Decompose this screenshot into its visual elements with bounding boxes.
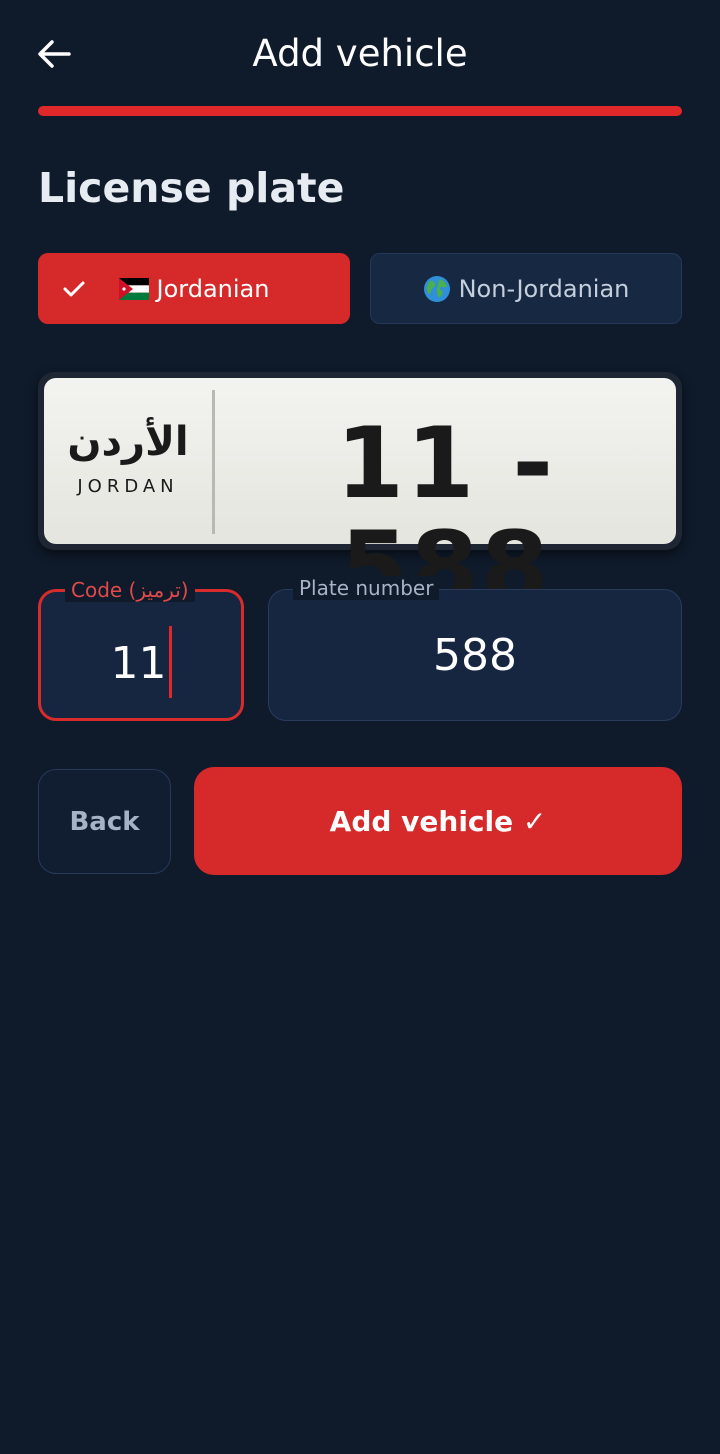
license-plate-preview: الأردن JORDAN 11 - 588 <box>38 372 682 620</box>
code-field-label: Code (ترميز) <box>65 578 195 602</box>
plate-face: الأردن JORDAN 11 - 588 <box>44 378 676 620</box>
back-button[interactable]: Back <box>38 769 171 874</box>
text-caret <box>168 626 172 698</box>
plate-number-field-value: 588 <box>433 630 517 681</box>
code-field-value-wrap: 11 <box>41 626 241 702</box>
code-field[interactable]: Code (ترميز) 11 <box>38 578 244 721</box>
non-jordanian-option-label: Non-Jordanian <box>458 274 630 303</box>
code-field-value: 11 <box>110 638 167 689</box>
section-title: License plate <box>38 164 345 212</box>
plate-number-field[interactable]: Plate number 588 <box>268 576 682 721</box>
plate-number-field-label: Plate number <box>293 576 440 600</box>
plate-country-english: JORDAN <box>77 476 179 497</box>
header: Add vehicle <box>0 0 720 108</box>
check-icon <box>62 277 86 301</box>
non-jordanian-option-button[interactable]: Non-Jordanian <box>370 253 682 324</box>
jordanian-option-button[interactable]: Jordanian <box>38 253 350 324</box>
jordanian-option-label: Jordanian <box>156 274 270 303</box>
plate-country-arabic: الأردن <box>67 419 189 465</box>
progress-bar <box>38 106 682 116</box>
globe-icon <box>423 275 451 303</box>
add-vehicle-button[interactable]: Add vehicle ✓ <box>194 767 682 875</box>
jordan-flag-icon <box>118 277 149 300</box>
page-title: Add vehicle <box>252 32 468 75</box>
